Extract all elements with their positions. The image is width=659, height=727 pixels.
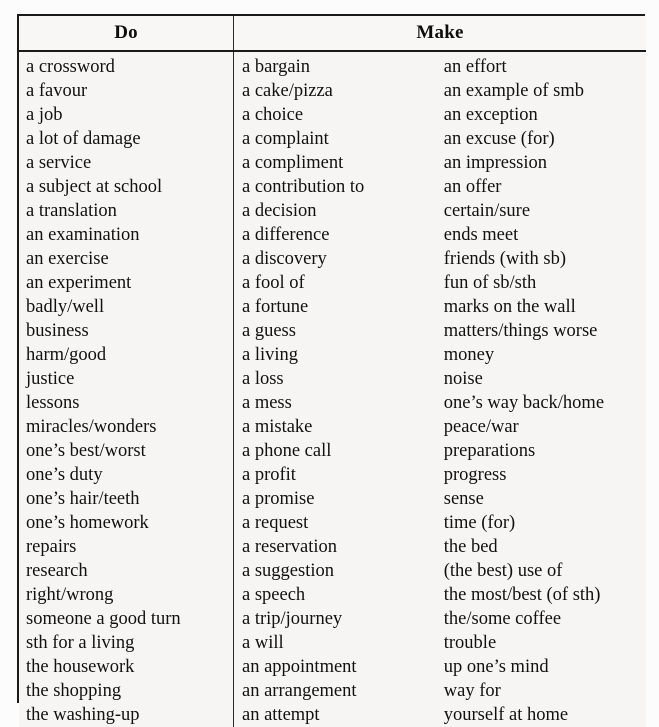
list-item: repairs [26,537,77,557]
list-item: an arrangement [242,681,357,701]
list-item: time (for) [443,513,516,533]
list-item: one’s way back/home [443,393,605,413]
table-body: a crossword a favour a job a lot of damage a… [19,51,646,727]
list-item: research [26,561,88,581]
list-item: a mess [242,393,292,413]
cell-do-column: a crossword a favour a job a lot of damage a… [19,51,234,727]
list-item: a favour [26,81,88,101]
column-header-do: Do [19,16,234,52]
list-item: a contribution to [242,177,365,197]
list-item: a phone call [242,441,332,461]
list-item: matters/things worse [443,321,598,341]
list-item: a loss [242,369,284,389]
list-item: an effort [443,57,507,77]
collocations-table-container: Do Make a crossword a favour a job a lot of… [17,14,646,727]
list-item: a fortune [242,297,309,317]
list-item: a complaint [242,129,329,149]
list-item: harm/good [26,345,107,365]
list-item: sense [443,489,484,509]
list-item: the bed [443,537,498,557]
header-row: Do Make [19,16,646,52]
list-item: miracles/wonders [26,417,157,437]
list-item: ends meet [443,225,519,245]
list-item: a fool of [242,273,305,293]
list-item: the most/best (of sth) [443,585,601,605]
list-item: an offer [443,177,502,197]
list-item: badly/well [26,297,105,317]
list-item: marks on the wall [443,297,576,317]
list-item: an exercise [26,249,109,269]
list-item: a speech [242,585,306,605]
list-item: one’s best/worst [26,441,146,461]
column-header-make: Make [233,16,646,52]
list-item: noise [443,369,483,389]
list-item: an impression [443,153,548,173]
list-item: certain/sure [443,201,531,221]
do-collocation-list: a crossword a favour a job a lot of damage a… [19,52,233,727]
table-row: a crossword a favour a job a lot of damage a… [19,51,646,727]
list-item: up one’s mind [443,657,549,677]
list-item: an excuse (for) [443,129,555,149]
make-right-collocation-list: an effort an example of smb an exception an… [440,52,646,727]
list-item: a bargain [242,57,310,77]
list-item: the housework [26,657,135,677]
list-item: one’s hair/teeth [26,489,140,509]
cell-make-right-column: an effort an example of smb an exception an… [440,51,646,727]
list-item: right/wrong [26,585,114,605]
list-item: a compliment [242,153,344,173]
list-item: one’s homework [26,513,149,533]
list-item: fun of sb/sth [443,273,537,293]
list-item: a suggestion [242,561,334,581]
make-left-collocation-list: a bargain a cake/pizza a choice a complaint… [234,52,440,727]
list-item: a trip/journey [242,609,343,629]
list-item: trouble [443,633,497,653]
list-item: a service [26,153,92,173]
list-item: a cake/pizza [242,81,333,101]
list-item: yourself at home [443,705,569,725]
list-item: a choice [242,105,304,125]
list-item: a request [242,513,309,533]
list-item: a subject at school [26,177,163,197]
list-item: an appointment [242,657,357,677]
list-item: an exception [443,105,538,125]
list-item: the/some coffee [443,609,562,629]
list-item: a crossword [26,57,115,77]
list-item: a discovery [242,249,327,269]
list-item: sth for a living [26,633,135,653]
list-item: a will [242,633,284,653]
list-item: way for [443,681,501,701]
list-item: the shopping [26,681,122,701]
list-item: a profit [242,465,296,485]
list-item: someone a good turn [26,609,181,629]
list-item: an experiment [26,273,132,293]
list-item: a promise [242,489,315,509]
cell-make-left-column: a bargain a cake/pizza a choice a complaint… [234,51,440,727]
list-item: preparations [443,441,536,461]
list-item: a guess [242,321,296,341]
list-item: one’s duty [26,465,103,485]
list-item: money [443,345,495,365]
list-item: a difference [242,225,330,245]
list-item: (the best) use of [443,561,563,581]
list-item: a decision [242,201,317,221]
table-header: Do Make [19,16,646,52]
list-item: a job [26,105,63,125]
list-item: progress [443,465,507,485]
list-item: an examination [26,225,140,245]
list-item: lessons [26,393,80,413]
list-item: a living [242,345,299,365]
list-item: the washing-up [26,705,140,725]
list-item: an attempt [242,705,320,725]
page-canvas: Do Make a crossword a favour a job a lot of… [0,0,659,727]
list-item: a lot of damage [26,129,141,149]
list-item: friends (with sb) [443,249,567,269]
list-item: justice [26,369,75,389]
list-item: an example of smb [443,81,584,101]
list-item: a translation [26,201,117,221]
list-item: peace/war [443,417,519,437]
list-item: a reservation [242,537,338,557]
do-make-collocations-table: Do Make a crossword a favour a job a lot of… [19,16,646,727]
list-item: a mistake [242,417,313,437]
list-item: business [26,321,89,341]
